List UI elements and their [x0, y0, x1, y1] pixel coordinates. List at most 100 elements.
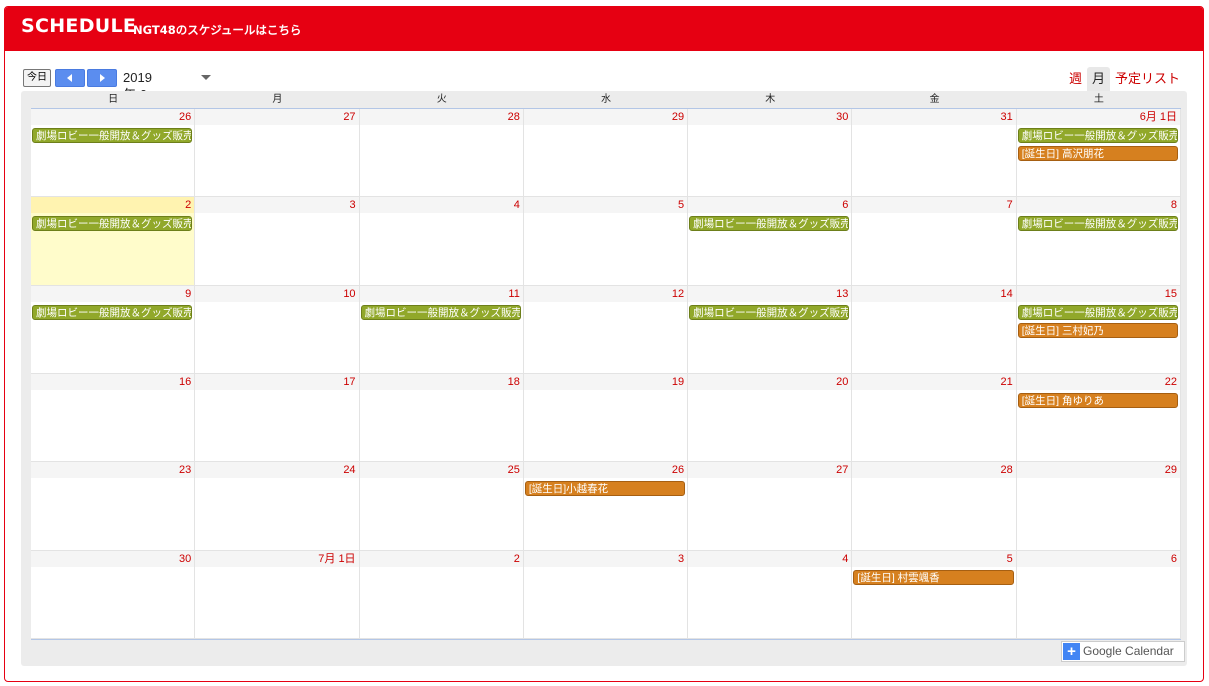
day-cell[interactable]: 26 劇場ロビー一般開放＆グッズ販売 — [31, 109, 196, 198]
day-cell[interactable]: 15 劇場ロビー一般開放＆グッズ販売 [誕生日] 三村妃乃 — [1016, 285, 1181, 374]
day-number[interactable]: 12 — [523, 285, 688, 302]
day-cell[interactable]: 2 劇場ロビー一般開放＆グッズ販売 — [31, 197, 196, 286]
day-number[interactable]: 10 — [195, 285, 359, 302]
day-number[interactable]: 28 — [359, 109, 523, 125]
day-cell[interactable]: 30 — [31, 550, 196, 639]
day-number[interactable]: 6月 1日 — [1016, 109, 1180, 125]
event-lobby-open[interactable]: 劇場ロビー一般開放＆グッズ販売 — [360, 304, 521, 320]
event-lobby-open[interactable]: 劇場ロビー一般開放＆グッズ販売 — [1017, 128, 1178, 143]
day-number[interactable]: 25 — [359, 462, 523, 479]
day-number[interactable]: 22 — [1016, 374, 1180, 390]
day-cell[interactable]: 10 — [195, 285, 360, 374]
day-number[interactable]: 11 — [359, 285, 523, 302]
day-cell[interactable]: 26 [誕生日]小越春花 — [523, 462, 689, 551]
day-number[interactable]: 30 — [31, 550, 195, 567]
event-birthday[interactable]: [誕生日] 角ゆりあ — [1017, 393, 1178, 408]
event-lobby-open[interactable]: 劇場ロビー一般開放＆グッズ販売 — [32, 216, 193, 232]
day-number[interactable]: 7月 1日 — [195, 550, 359, 567]
day-cell[interactable]: 31 — [852, 109, 1017, 198]
event-lobby-open[interactable]: 劇場ロビー一般開放＆グッズ販売 — [689, 216, 850, 232]
day-cell[interactable]: 11 劇場ロビー一般開放＆グッズ販売 — [359, 285, 524, 374]
day-number[interactable]: 27 — [688, 462, 852, 479]
today-button[interactable]: 今日 — [23, 69, 51, 87]
day-number[interactable]: 9 — [31, 285, 195, 302]
day-number[interactable]: 4 — [359, 197, 523, 214]
day-number[interactable]: 15 — [1016, 285, 1180, 302]
google-calendar-button[interactable]: + Google Calendar — [1061, 641, 1185, 662]
day-number[interactable]: 6 — [1016, 550, 1180, 567]
day-number[interactable]: 7 — [852, 197, 1016, 214]
tab-month[interactable]: 月 — [1086, 67, 1110, 91]
day-cell[interactable]: 6月 1日劇場ロビー一般開放＆グッズ販売 [誕生日] 高沢朋花 — [1016, 109, 1181, 198]
day-number[interactable]: 26 — [523, 462, 688, 479]
day-number[interactable]: 28 — [852, 462, 1016, 479]
day-cell[interactable]: 25 — [359, 462, 524, 551]
day-cell[interactable]: 17 — [195, 374, 360, 463]
day-number[interactable]: 2 — [359, 550, 523, 567]
day-cell[interactable]: 29 — [523, 109, 689, 198]
day-number[interactable]: 31 — [852, 109, 1016, 125]
day-cell[interactable]: 21 — [852, 374, 1017, 463]
day-cell[interactable]: 7月 1日 — [195, 550, 360, 639]
day-cell[interactable]: 13 劇場ロビー一般開放＆グッズ販売 — [688, 285, 853, 374]
day-number[interactable]: 4 — [688, 550, 852, 567]
event-birthday[interactable]: [誕生日] 高沢朋花 — [1017, 146, 1178, 161]
event-lobby-open[interactable]: 劇場ロビー一般開放＆グッズ販売 — [32, 304, 193, 320]
event-lobby-open[interactable]: 劇場ロビー一般開放＆グッズ販売 — [32, 128, 193, 143]
day-cell[interactable]: 18 — [359, 374, 524, 463]
day-cell[interactable]: 4 — [688, 550, 853, 639]
day-cell[interactable]: 16 — [31, 374, 196, 463]
day-cell[interactable]: 12 — [523, 285, 689, 374]
day-cell[interactable]: 29 — [1016, 462, 1181, 551]
day-cell[interactable]: 19 — [523, 374, 689, 463]
day-cell[interactable]: 27 — [195, 109, 360, 198]
day-number[interactable]: 17 — [195, 374, 359, 390]
day-cell[interactable]: 6 劇場ロビー一般開放＆グッズ販売 — [688, 197, 853, 286]
day-number[interactable]: 18 — [359, 374, 523, 390]
day-number[interactable]: 6 — [688, 197, 852, 214]
event-birthday[interactable]: [誕生日] 三村妃乃 — [1017, 322, 1178, 338]
day-cell[interactable]: 22 [誕生日] 角ゆりあ — [1016, 374, 1181, 463]
header-subtitle[interactable]: NGT48のスケジュールはこちら — [133, 22, 301, 38]
day-cell[interactable]: 5 [誕生日] 村雲颯香 — [852, 550, 1017, 639]
day-number[interactable]: 27 — [195, 109, 359, 125]
event-birthday[interactable]: [誕生日]小越春花 — [524, 481, 686, 497]
day-cell[interactable]: 2 — [359, 550, 524, 639]
event-birthday[interactable]: [誕生日] 村雲颯香 — [853, 569, 1014, 585]
day-cell[interactable]: 3 — [523, 550, 689, 639]
day-cell[interactable]: 27 — [688, 462, 853, 551]
event-lobby-open[interactable]: 劇場ロビー一般開放＆グッズ販売 — [689, 304, 850, 320]
day-number[interactable]: 29 — [1016, 462, 1180, 479]
day-cell[interactable]: 3 — [195, 197, 360, 286]
day-number[interactable]: 19 — [523, 374, 688, 390]
day-cell[interactable]: 23 — [31, 462, 196, 551]
prev-month-button[interactable] — [55, 69, 85, 87]
event-lobby-open[interactable]: 劇場ロビー一般開放＆グッズ販売 — [1017, 216, 1178, 232]
day-cell[interactable]: 9 劇場ロビー一般開放＆グッズ販売 — [31, 285, 196, 374]
tab-week[interactable]: 週 — [1064, 67, 1087, 91]
day-number[interactable]: 26 — [31, 109, 195, 125]
day-cell[interactable]: 28 — [852, 462, 1017, 551]
day-cell[interactable]: 30 — [688, 109, 853, 198]
day-number[interactable]: 23 — [31, 462, 195, 479]
day-number[interactable]: 16 — [31, 374, 195, 390]
day-number[interactable]: 14 — [852, 285, 1016, 302]
day-number[interactable]: 2 — [31, 197, 195, 214]
day-number[interactable]: 8 — [1016, 197, 1180, 214]
day-cell[interactable]: 4 — [359, 197, 524, 286]
day-number[interactable]: 21 — [852, 374, 1016, 390]
next-month-button[interactable] — [87, 69, 117, 87]
event-lobby-open[interactable]: 劇場ロビー一般開放＆グッズ販売 — [1017, 304, 1178, 320]
day-cell[interactable]: 28 — [359, 109, 524, 198]
day-number[interactable]: 13 — [688, 285, 852, 302]
day-cell[interactable]: 20 — [688, 374, 853, 463]
day-number[interactable]: 5 — [852, 550, 1016, 567]
day-cell[interactable]: 14 — [852, 285, 1017, 374]
day-cell[interactable]: 6 — [1016, 550, 1181, 639]
day-cell[interactable]: 24 — [195, 462, 360, 551]
day-number[interactable]: 3 — [523, 550, 688, 567]
caret-down-icon[interactable] — [201, 75, 211, 80]
day-cell[interactable]: 5 — [523, 197, 689, 286]
day-cell[interactable]: 7 — [852, 197, 1017, 286]
day-number[interactable]: 3 — [195, 197, 359, 214]
